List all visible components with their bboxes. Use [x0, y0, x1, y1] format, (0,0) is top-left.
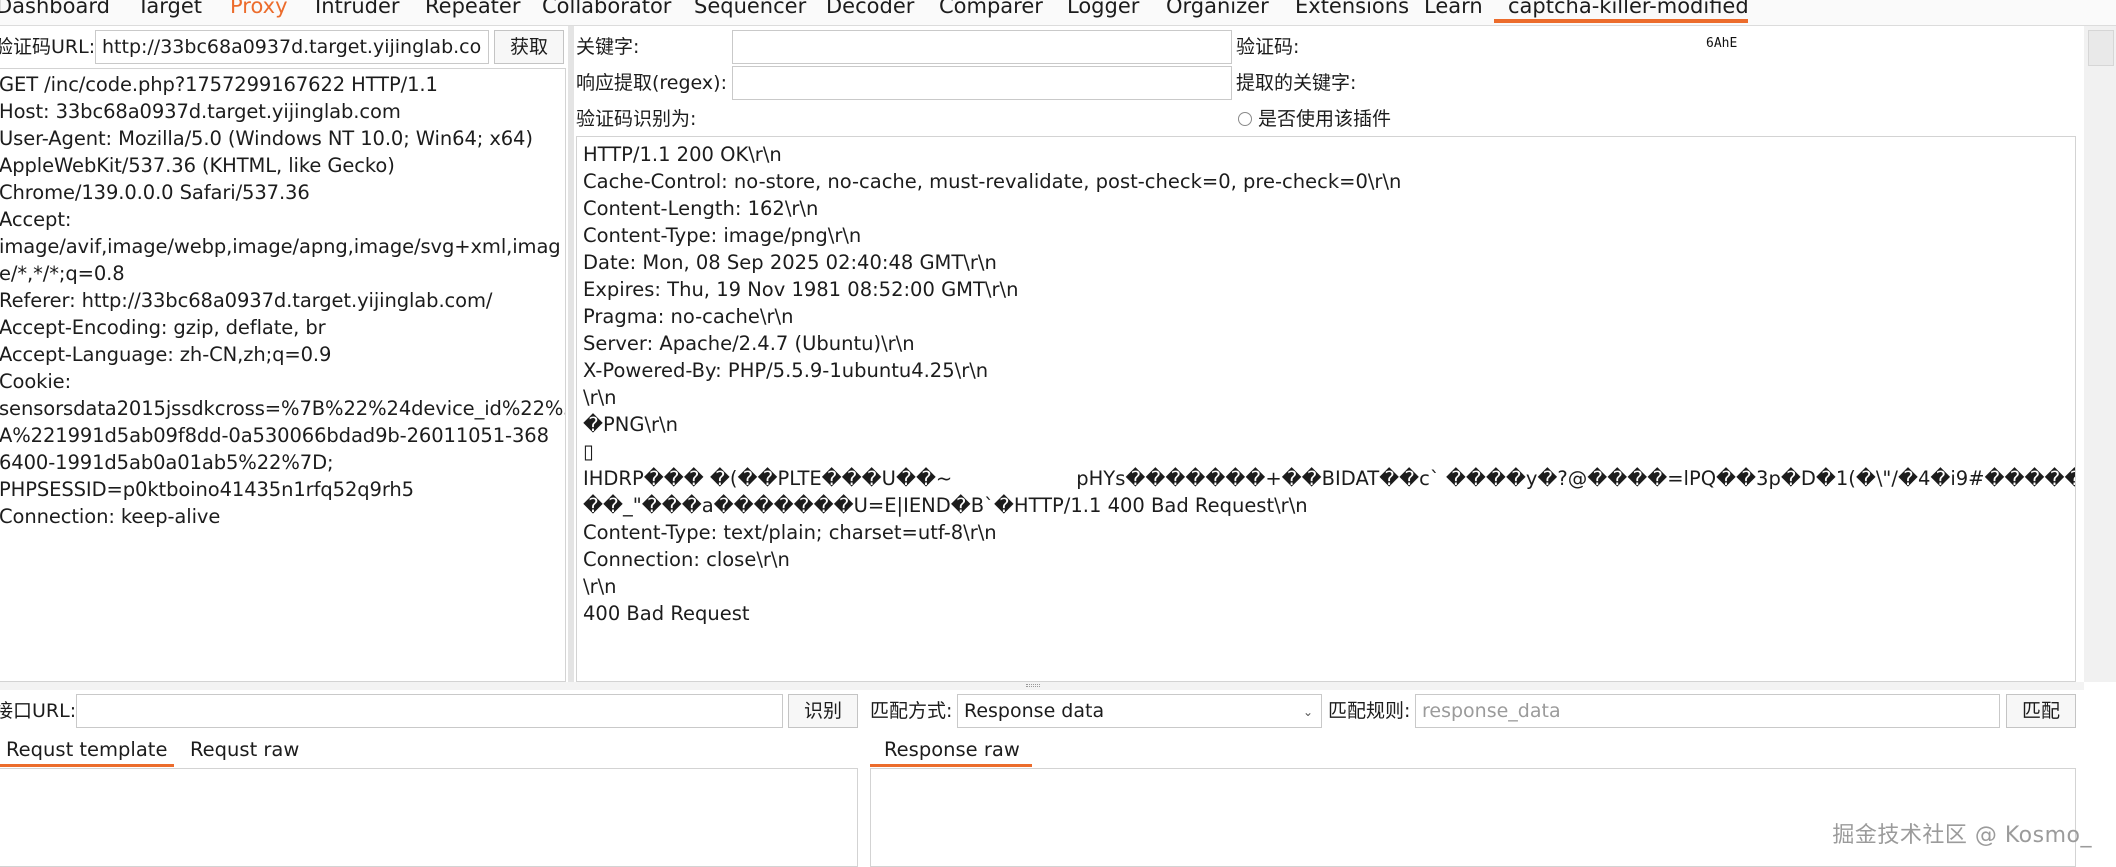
- use-plugin-radio[interactable]: [1238, 112, 1252, 126]
- request-line: Accept:: [0, 208, 72, 231]
- response-line: Date: Mon, 08 Sep 2025 02:40:48 GMT\r\n: [583, 251, 997, 274]
- captcha-url-label: 验证码URL:: [0, 36, 96, 58]
- response-line: X-Powered-By: PHP/5.5.9-1ubuntu4.25\r\n: [583, 359, 989, 382]
- vertical-splitter[interactable]: [568, 26, 574, 682]
- match-mode-select[interactable]: Response data ⌄: [957, 694, 1322, 728]
- match-mode-value: Response data: [964, 700, 1105, 722]
- identify-button[interactable]: 识别: [788, 694, 858, 728]
- tab-organizer[interactable]: Organizer: [1166, 0, 1269, 19]
- match-rule-label: 匹配规则:: [1328, 700, 1411, 722]
- chevron-down-icon: ⌄: [1302, 705, 1313, 719]
- tab-decoder[interactable]: Decoder: [826, 0, 914, 19]
- request-lines: GET /inc/code.php?1757299167622 HTTP/1.1…: [0, 71, 566, 530]
- tab-captcha-killer-modified[interactable]: captcha-killer-modified: [1508, 0, 1749, 19]
- subtab-request-template-indicator: [0, 764, 174, 767]
- fetch-button[interactable]: 获取: [494, 30, 564, 64]
- request-line: PHPSESSID=p0ktboino41435n1rfq52q9rh5: [0, 478, 414, 501]
- request-line: Cookie:: [0, 370, 72, 393]
- response-line: �PNG\r\n: [583, 413, 678, 436]
- horizontal-splitter[interactable]: [0, 682, 2084, 690]
- request-line: sensorsdata2015jssdkcross=%7B%22%24devic…: [0, 397, 566, 420]
- api-url-label: 接口URL:: [0, 700, 77, 722]
- extracted-keyword-label: 提取的关键字:: [1236, 72, 1357, 94]
- tab-intruder[interactable]: Intruder: [315, 0, 400, 19]
- response-line: ��_"���a�������U=E|IEND�B`�HTTP/1.1 400 …: [583, 494, 1308, 517]
- active-tab-indicator: [1494, 19, 1748, 23]
- tab-sequencer[interactable]: Sequencer: [694, 0, 806, 19]
- request-line: 6400-1991d5ab0a01ab5%22%7D;: [0, 451, 334, 474]
- tab-target[interactable]: Target: [137, 0, 202, 19]
- side-scroll-handle[interactable]: [2088, 30, 2114, 66]
- subtab-request-template[interactable]: Requst template: [6, 736, 167, 764]
- response-line: ▯: [583, 440, 594, 463]
- tab-repeater[interactable]: Repeater: [425, 0, 520, 19]
- watermark: 掘金技术社区 @ Kosmo_: [1832, 823, 2092, 848]
- tab-dashboard[interactable]: Dashboard: [0, 0, 110, 19]
- api-url-input[interactable]: [76, 694, 783, 728]
- response-line: Cache-Control: no-store, no-cache, must-…: [583, 170, 1402, 193]
- regex-input[interactable]: [732, 66, 1232, 100]
- keyword-input[interactable]: [732, 30, 1232, 64]
- response-line: IHDRP��� �(��PLTE���U��~ pHYs�������+��B…: [583, 467, 2076, 490]
- regex-label: 响应提取(regex):: [576, 72, 727, 94]
- captcha-label: 验证码:: [1236, 36, 1300, 58]
- captcha-image: 6AhE: [1706, 34, 1780, 56]
- request-line: User-Agent: Mozilla/5.0 (Windows NT 10.0…: [0, 127, 533, 150]
- response-line: Content-Type: image/png\r\n: [583, 224, 862, 247]
- tab-logger[interactable]: Logger: [1067, 0, 1139, 19]
- tab-comparer[interactable]: Comparer: [939, 0, 1043, 19]
- match-rule-input[interactable]: response_data: [1415, 694, 2000, 728]
- request-line: Chrome/139.0.0.0 Safari/537.36: [0, 181, 310, 204]
- response-line: Expires: Thu, 19 Nov 1981 08:52:00 GMT\r…: [583, 278, 1019, 301]
- tab-collaborator[interactable]: Collaborator: [542, 0, 671, 19]
- captcha-request-editor[interactable]: GET /inc/code.php?1757299167622 HTTP/1.1…: [0, 68, 566, 682]
- subtab-response-raw[interactable]: Response raw: [884, 736, 1020, 764]
- side-scroll-gutter[interactable]: [2084, 26, 2116, 682]
- request-template-editor[interactable]: [0, 768, 858, 867]
- request-line: e/*,*/*;q=0.8: [0, 262, 125, 285]
- splitter-grip-icon: [1026, 684, 1040, 687]
- match-mode-label: 匹配方式:: [870, 700, 953, 722]
- response-line: Content-Length: 162\r\n: [583, 197, 819, 220]
- request-line: AppleWebKit/537.36 (KHTML, like Gecko): [0, 154, 395, 177]
- match-button[interactable]: 匹配: [2006, 694, 2076, 728]
- use-plugin-label[interactable]: 是否使用该插件: [1258, 106, 1391, 132]
- request-line: Referer: http://33bc68a0937d.target.yiji…: [0, 289, 493, 312]
- request-line: Host: 33bc68a0937d.target.yijinglab.com: [0, 100, 401, 123]
- request-line: A%221991d5ab09f8dd-0a530066bdad9b-260110…: [0, 424, 549, 447]
- response-lines: HTTP/1.1 200 OK\r\n Cache-Control: no-st…: [583, 141, 2076, 627]
- subtab-response-raw-indicator: [870, 764, 1032, 767]
- tab-extensions[interactable]: Extensions: [1295, 0, 1409, 19]
- tab-learn[interactable]: Learn: [1424, 0, 1483, 19]
- response-line: HTTP/1.1 200 OK\r\n: [583, 143, 782, 166]
- captcha-response-editor[interactable]: HTTP/1.1 200 OK\r\n Cache-Control: no-st…: [576, 136, 2076, 682]
- request-line: GET /inc/code.php?1757299167622 HTTP/1.1: [0, 73, 438, 96]
- request-line: Accept-Language: zh-CN,zh;q=0.9: [0, 343, 332, 366]
- request-line: Connection: keep-alive: [0, 505, 221, 528]
- request-line: Accept-Encoding: gzip, deflate, br: [0, 316, 326, 339]
- response-line: \r\n: [583, 386, 617, 409]
- main-tab-bar: Dashboard Target Proxy Intruder Repeater…: [0, 0, 2116, 26]
- recognized-label: 验证码识别为:: [576, 108, 697, 130]
- request-line: image/avif,image/webp,image/apng,image/s…: [0, 235, 561, 258]
- subtab-request-raw[interactable]: Requst raw: [190, 736, 299, 764]
- response-line: Pragma: no-cache\r\n: [583, 305, 794, 328]
- response-line: 400 Bad Request: [583, 602, 750, 625]
- captcha-url-input[interactable]: http://33bc68a0937d.target.yijinglab.co: [95, 30, 489, 64]
- response-line: \r\n: [583, 575, 617, 598]
- response-line: Server: Apache/2.4.7 (Ubuntu)\r\n: [583, 332, 915, 355]
- keyword-label: 关键字:: [576, 36, 640, 58]
- tab-proxy[interactable]: Proxy: [230, 0, 288, 19]
- response-line: Content-Type: text/plain; charset=utf-8\…: [583, 521, 997, 544]
- response-line: Connection: close\r\n: [583, 548, 790, 571]
